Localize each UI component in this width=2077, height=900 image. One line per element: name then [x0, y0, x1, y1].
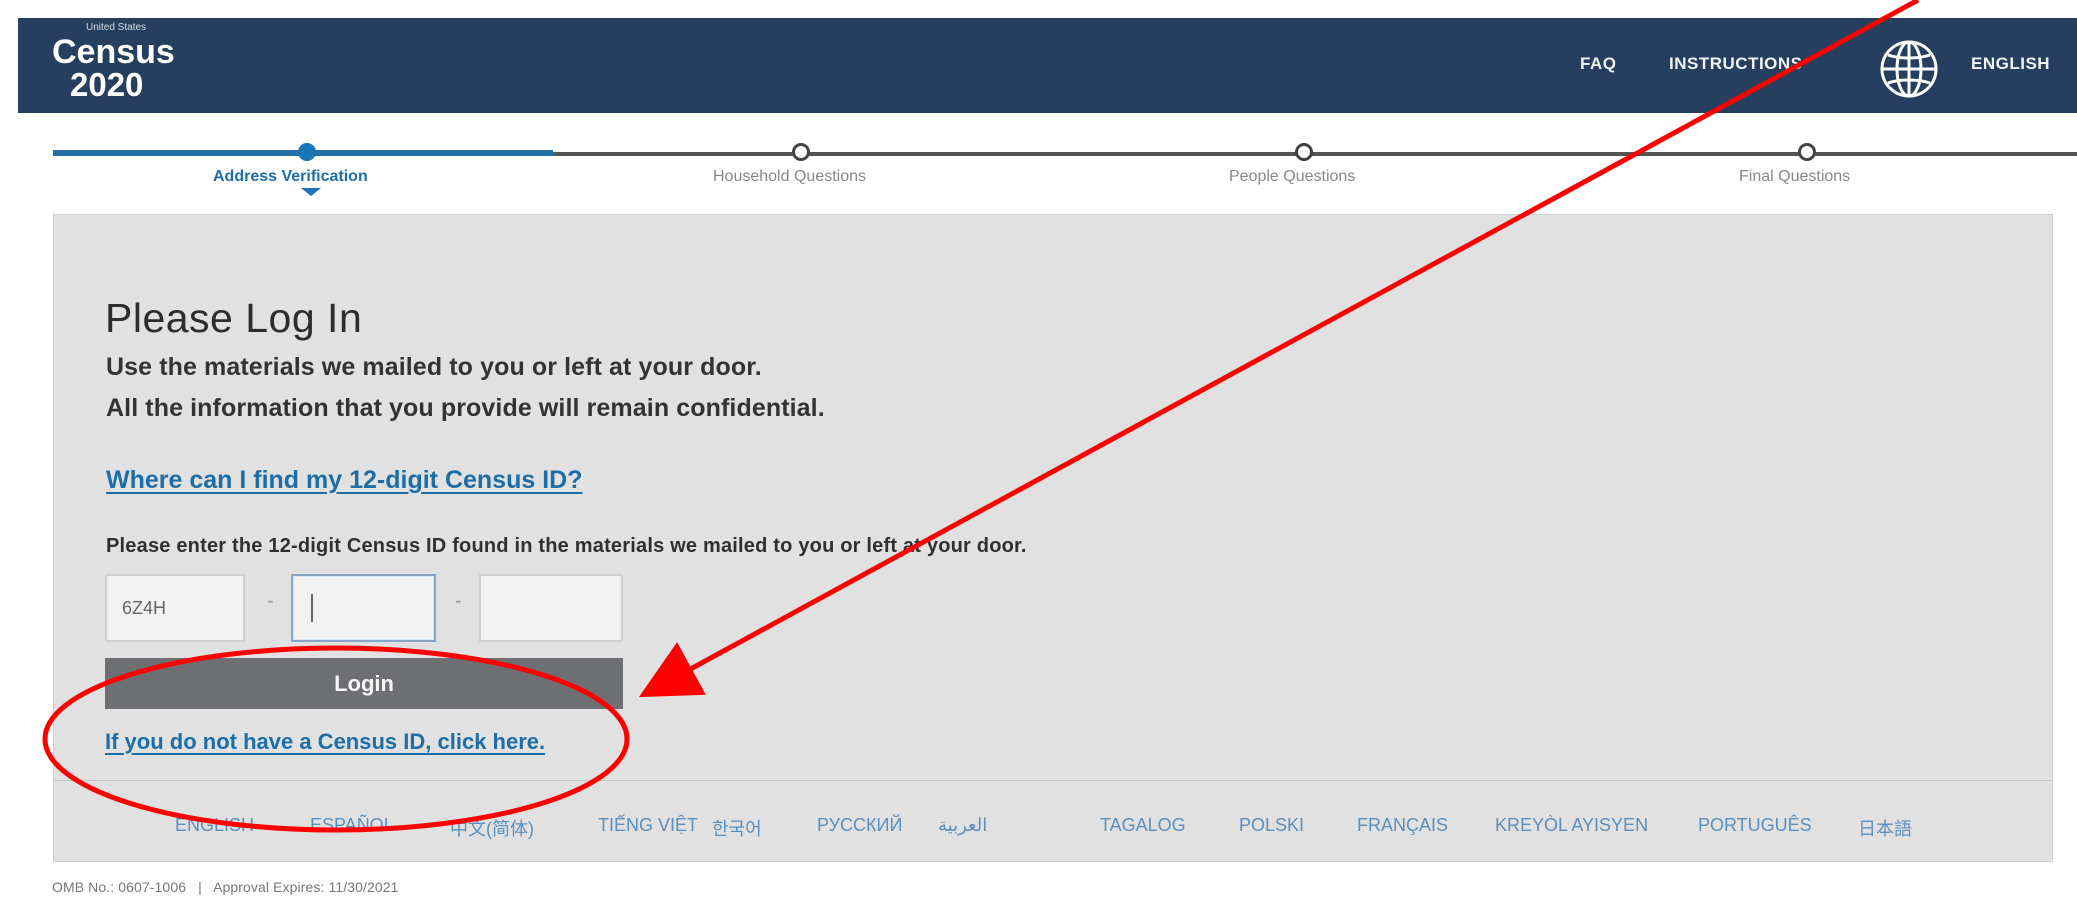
- language-option-arabic[interactable]: العربية: [938, 815, 987, 836]
- current-step-chevron-icon: [301, 188, 321, 196]
- footer-divider: |: [198, 879, 202, 895]
- language-option-chinese-simplified[interactable]: 中文(简体): [450, 815, 534, 841]
- census-id-help-link[interactable]: Where can I find my 12-digit Census ID?: [106, 466, 582, 495]
- language-option-korean[interactable]: 한국어: [712, 815, 762, 841]
- step-node-household-questions: [792, 143, 810, 161]
- logo-census-text: Census: [52, 33, 175, 71]
- language-option-tagalog[interactable]: TAGALOG: [1100, 815, 1186, 836]
- language-option-kreyol-ayisyen[interactable]: KREYÒL AYISYEN: [1495, 815, 1648, 836]
- language-option-english[interactable]: ENGLISH: [175, 815, 254, 836]
- census-id-separator-2: -: [455, 590, 462, 612]
- language-option-francais[interactable]: FRANÇAIS: [1357, 815, 1448, 836]
- step-label-final-questions: Final Questions: [1739, 168, 1851, 185]
- omb-footer: OMB No.: 0607-1006 | Approval Expires: 1…: [52, 879, 399, 895]
- progress-steps: Address Verification Household Questions…: [53, 140, 2077, 200]
- language-option-japanese[interactable]: 日本語: [1858, 815, 1912, 841]
- omb-number: OMB No.: 0607-1006: [52, 879, 187, 895]
- logo-year-text: 2020: [70, 66, 144, 103]
- site-header: United States Census 2020 FAQ INSTRUCTIO…: [18, 18, 2077, 113]
- step-label-people-questions: People Questions: [1229, 168, 1356, 185]
- step-label-household-questions: Household Questions: [713, 168, 866, 185]
- census-id-separator-1: -: [267, 590, 274, 612]
- step-node-people-questions: [1295, 143, 1313, 161]
- step-node-final-questions: [1798, 143, 1816, 161]
- approval-expiry: Approval Expires: 11/30/2021: [213, 879, 399, 895]
- logo-united-states-text: United States: [86, 22, 147, 33]
- census-id-field-3[interactable]: [479, 574, 623, 642]
- census-id-instruction: Please enter the 12-digit Census ID foun…: [106, 535, 1027, 557]
- language-option-espanol[interactable]: ESPAÑOL: [310, 815, 394, 836]
- language-option-polski[interactable]: POLSKI: [1239, 815, 1304, 836]
- instructions-link[interactable]: INSTRUCTIONS: [1669, 54, 1803, 74]
- language-option-vietnamese[interactable]: TIẾNG VIỆT: [598, 815, 698, 836]
- language-option-portugues[interactable]: PORTUGUÊS: [1698, 815, 1812, 836]
- census-login-page: United States Census 2020 FAQ INSTRUCTIO…: [0, 0, 2077, 900]
- globe-icon[interactable]: [1878, 38, 1940, 100]
- no-census-id-link[interactable]: If you do not have a Census ID, click he…: [105, 729, 545, 755]
- census-id-field-1[interactable]: [105, 574, 245, 642]
- language-option-russian[interactable]: РУССКИЙ: [817, 815, 902, 836]
- login-lead-materials: Use the materials we mailed to you or le…: [106, 353, 762, 381]
- step-node-address-verification: [298, 143, 316, 161]
- census-2020-logo[interactable]: United States Census 2020: [52, 22, 175, 105]
- text-cursor-icon: [311, 594, 313, 622]
- language-english-link[interactable]: ENGLISH: [1971, 54, 2050, 74]
- language-selector-bar: ENGLISH ESPAÑOL 中文(简体) TIẾNG VIỆT 한국어 РУ…: [53, 780, 2053, 862]
- page-title: Please Log In: [105, 295, 363, 342]
- faq-link[interactable]: FAQ: [1580, 54, 1616, 74]
- login-button[interactable]: Login: [105, 658, 623, 709]
- login-lead-confidential: All the information that you provide wil…: [106, 394, 825, 422]
- step-label-address-verification: Address Verification: [213, 168, 368, 185]
